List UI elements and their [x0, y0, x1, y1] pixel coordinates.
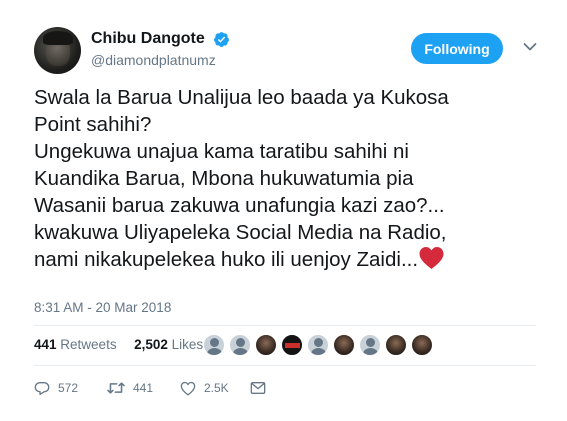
user-handle[interactable]: @diamondplatnumz — [91, 52, 230, 68]
following-button[interactable]: Following — [411, 33, 503, 64]
tweet-line: kwakuwa Uliyapeleka Social Media na Radi… — [34, 221, 447, 244]
divider — [34, 325, 536, 326]
tweet-timestamp[interactable]: 8:31 AM - 20 Mar 2018 — [34, 300, 171, 315]
liker-avatar[interactable] — [281, 334, 303, 356]
likes-label[interactable]: Likes — [172, 337, 204, 352]
liker-avatar[interactable] — [307, 334, 329, 356]
liker-avatar[interactable] — [333, 334, 355, 356]
chevron-down-icon[interactable] — [523, 42, 537, 52]
divider — [34, 365, 536, 366]
tweet-text: Swala la Barua Unalijua leo baada ya Kuk… — [34, 84, 554, 273]
liker-avatar[interactable] — [203, 334, 225, 356]
retweets-count[interactable]: 441 — [34, 337, 57, 352]
likes-count[interactable]: 2,502 — [134, 337, 168, 352]
tweet-line: Wasanii barua zakuwa unafungia kazi zao?… — [34, 194, 445, 217]
liker-avatar[interactable] — [255, 334, 277, 356]
retweet-button[interactable]: 441 — [107, 378, 153, 398]
like-icon — [180, 381, 196, 396]
direct-message-button[interactable] — [250, 378, 266, 398]
verified-icon — [214, 31, 230, 47]
red-heart-emoji-icon — [419, 246, 444, 270]
like-button[interactable]: 2.5K — [180, 378, 229, 398]
tweet-actions: 572 441 2.5K — [34, 378, 334, 398]
like-count: 2.5K — [204, 381, 229, 395]
user-name-block[interactable]: Chibu Dangote @diamondplatnumz — [91, 30, 230, 68]
retweet-count: 441 — [133, 381, 154, 395]
retweet-icon — [107, 382, 125, 394]
liker-avatar[interactable] — [385, 334, 407, 356]
tweet-line: Ungekuwa unajua kama taratibu sahihi ni — [34, 140, 409, 163]
reply-button[interactable]: 572 — [34, 378, 78, 398]
tweet-line: Kuandika Barua, Mbona hukuwatumia pia — [34, 167, 414, 190]
liker-avatar[interactable] — [359, 334, 381, 356]
reply-icon — [34, 382, 50, 395]
liker-avatar[interactable] — [229, 334, 251, 356]
display-name[interactable]: Chibu Dangote — [91, 30, 205, 48]
reply-count: 572 — [58, 381, 79, 395]
avatar-cap — [43, 31, 73, 45]
tweet-line: nami nikakupelekea huko ili uenjoy Zaidi… — [34, 248, 419, 271]
tweet-line: Swala la Barua Unalijua leo baada ya Kuk… — [34, 86, 449, 109]
tweet-line: Point sahihi? — [34, 113, 152, 136]
tweet-header: Chibu Dangote @diamondplatnumz Following — [34, 27, 544, 77]
retweets-label[interactable]: Retweets — [60, 337, 116, 352]
tweet-stats: 441 Retweets 2,502 Likes — [34, 337, 203, 352]
avatar[interactable] — [34, 27, 81, 74]
liker-avatar[interactable] — [411, 334, 433, 356]
message-icon — [250, 382, 266, 394]
